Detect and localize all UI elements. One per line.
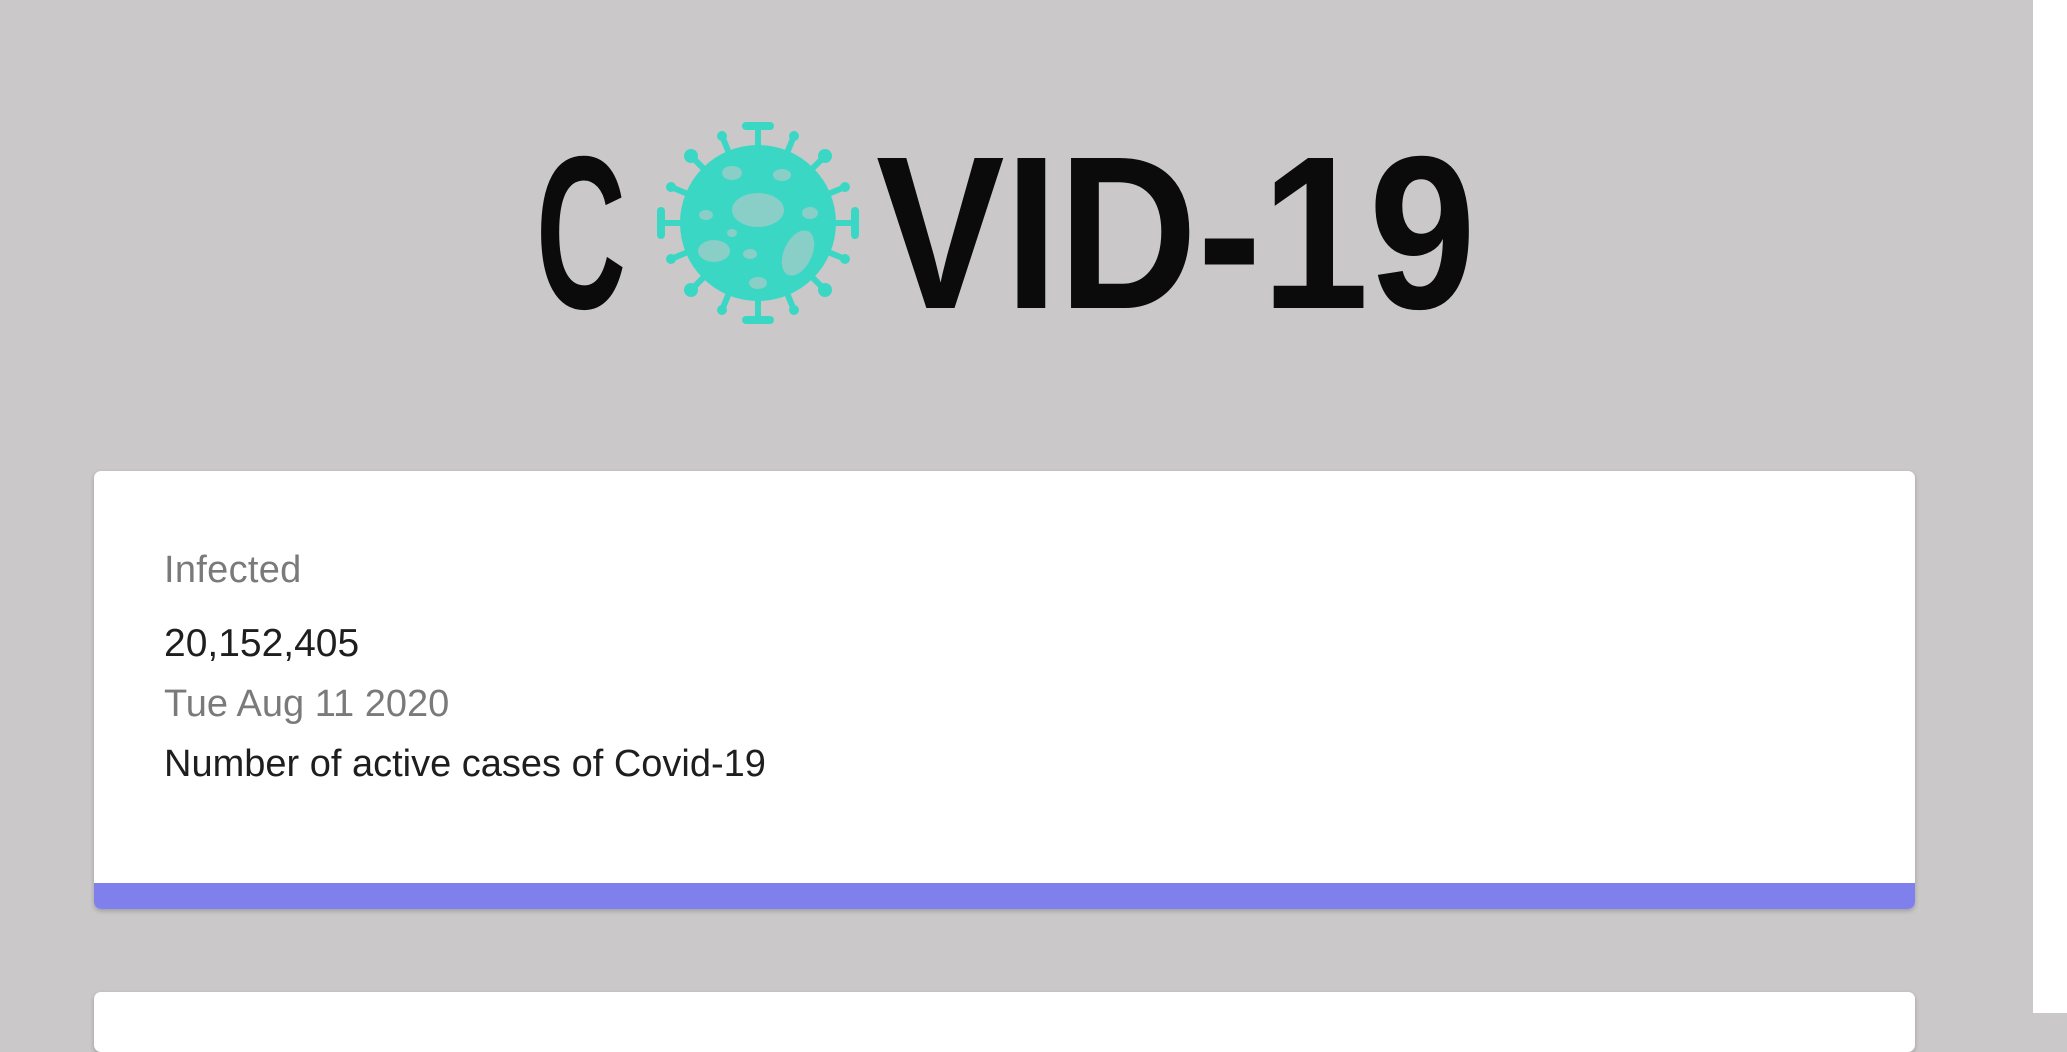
- logo-letter-c: C: [536, 118, 626, 328]
- card-description: Number of active cases of Covid-19: [164, 743, 766, 785]
- infected-count: 20,152,405: [164, 622, 360, 665]
- infected-card-content: Infected 20,152,405 Tue Aug 11 2020 Numb…: [164, 547, 766, 787]
- infected-card: Infected 20,152,405 Tue Aug 11 2020 Numb…: [94, 471, 1915, 909]
- next-card: [94, 992, 1915, 1052]
- card-title: Infected: [164, 549, 302, 591]
- covid-19-logo: C VID-19: [536, 118, 1476, 328]
- app-root: C VID-19 Infected 20,152,405 Tue Aug 11 …: [0, 0, 2033, 1052]
- card-date: Tue Aug 11 2020: [164, 683, 450, 725]
- virus-icon: [657, 122, 859, 324]
- infected-accent-bar: [94, 883, 1915, 909]
- window-edge: [2033, 0, 2067, 1013]
- logo-text: VID-19: [876, 118, 1476, 328]
